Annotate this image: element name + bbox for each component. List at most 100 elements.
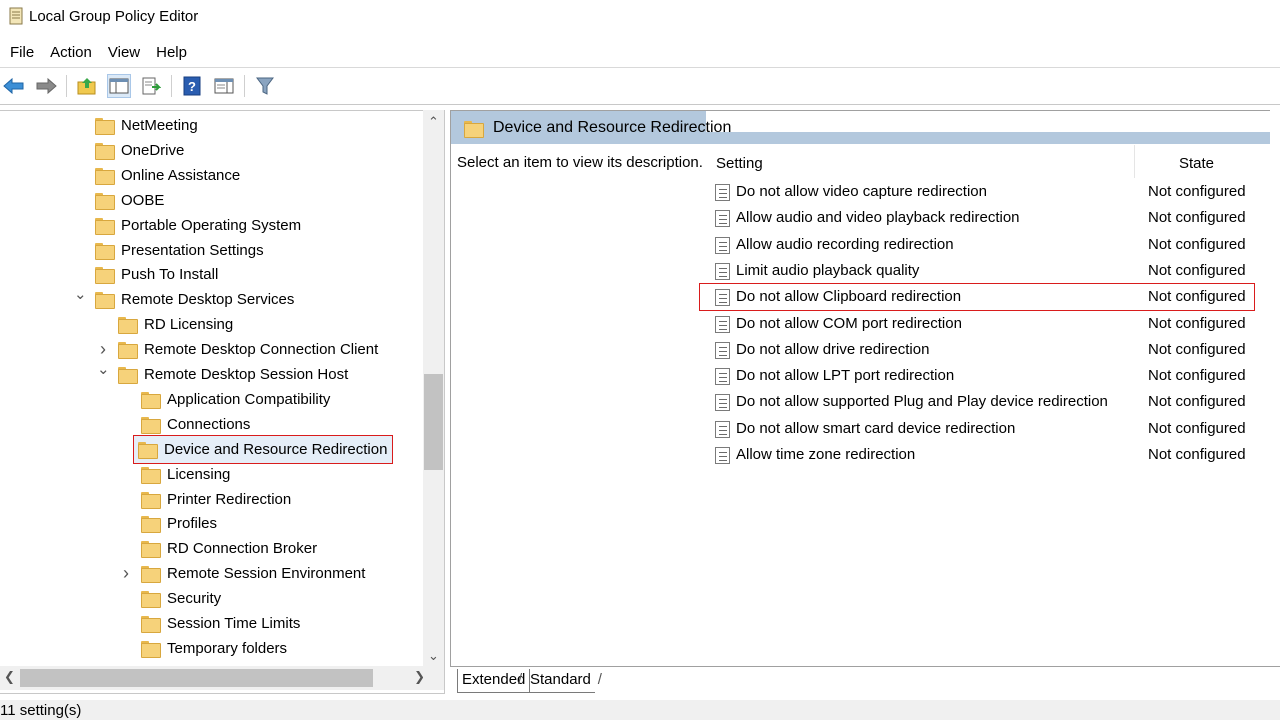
tree-item[interactable]: Device and Resource Redirection [132,434,394,464]
chevron-right-icon[interactable]: › [97,339,109,360]
toolbar-border [0,104,1280,105]
setting-row[interactable]: Do not allow drive redirection Not config… [707,337,1280,363]
tree-item-label: Remote Desktop Services [121,291,295,309]
folder-icon [118,367,138,384]
tree-item[interactable]: RD Licensing [118,312,233,337]
setting-row[interactable]: Do not allow smart card device redirecti… [707,416,1280,442]
hscroll-thumb[interactable] [20,669,373,687]
menu-view[interactable]: View [100,44,148,61]
tree-item-label: Remote Session Environment [167,565,366,583]
details-scroll-edge [1270,110,1280,666]
tree-item[interactable]: › Remote Session Environment [123,561,366,586]
setting-row[interactable]: Do not allow COM port redirection Not con… [707,311,1280,337]
tree-item-label: Online Assistance [121,166,241,184]
tab-standard[interactable]: Standard [518,669,602,693]
folder-icon [141,491,161,509]
back-arrow-icon[interactable] [2,74,26,98]
setting-state: Not configured [1148,419,1246,437]
help-icon[interactable]: ? [180,74,204,98]
tree-item[interactable]: Connections [141,412,250,437]
folder-icon [464,121,484,138]
setting-state: Not configured [1148,340,1246,358]
tree-item[interactable]: Online Assistance [95,163,240,188]
policy-setting-icon [715,210,730,228]
setting-row[interactable]: Do not allow supported Plug and Play dev… [707,389,1280,415]
chevron-right-icon[interactable]: › [120,563,132,584]
setting-row[interactable]: Do not allow video capture redirection No… [707,179,1280,205]
menu-help[interactable]: Help [148,44,195,61]
toolbar-separator [244,75,245,97]
tree-item[interactable]: RD Connection Broker [141,536,317,561]
status-bar: 11 setting(s) [0,700,1280,720]
policy-setting-icon [715,341,730,359]
details-pane: Device and Resource Redirection Select a… [450,110,1280,666]
policy-editor-app-icon [8,7,24,25]
details-header: Device and Resource Redirection [451,111,1280,144]
tree-item[interactable]: Licensing [141,462,230,487]
export-list-icon[interactable] [139,74,163,98]
setting-row[interactable]: Allow audio recording redirection Not con… [707,232,1280,258]
tree-item[interactable]: NetMeeting [95,113,198,138]
tree-item[interactable]: Application Compatibility [141,387,330,412]
scroll-up-arrow-icon[interactable]: ⌃ [423,114,444,130]
column-header-setting[interactable]: Setting [716,155,763,172]
column-divider[interactable] [1134,145,1135,178]
tree-item[interactable]: ⌄ Remote Desktop Services [74,286,295,312]
description-text: Select an item to view its description. [457,154,703,171]
policy-setting-icon [715,447,730,464]
setting-name: Do not allow supported Plug and Play dev… [736,393,1108,411]
tree-item[interactable]: › Remote Desktop Connection Client [100,337,378,362]
tree-item[interactable]: OOBE [95,188,164,213]
folder-icon [138,441,158,459]
title-bar: Local Group Policy Editor [0,0,1280,32]
setting-row[interactable]: Do not allow LPT port redirection Not con… [707,363,1280,389]
tree-item[interactable]: Portable Operating System [95,213,301,238]
tree-item[interactable]: Session Time Limits [141,611,300,636]
tree-item[interactable]: ⌄ Remote Desktop Session Host [97,361,348,387]
folder-icon [95,267,115,285]
folder-icon [95,142,115,160]
tree-item[interactable]: Printer Redirection [141,487,291,512]
folder-icon [118,342,138,360]
column-header-state[interactable]: State [1179,155,1214,172]
policy-setting-icon [715,236,730,254]
tree-item-label: Portable Operating System [121,216,302,234]
tree-item[interactable]: Temporary folders [141,636,287,661]
tree-item[interactable]: Presentation Settings [95,238,264,263]
scroll-left-arrow-icon[interactable]: ❮ [4,669,15,685]
tree-item-label: Security [167,590,222,608]
setting-row[interactable]: Limit audio playback quality Not configur… [707,258,1280,284]
tree-item[interactable]: Profiles [141,511,217,536]
scroll-down-arrow-icon[interactable]: ⌄ [423,648,444,664]
setting-row[interactable]: Allow audio and video playback redirecti… [707,205,1280,231]
properties-icon[interactable] [212,74,236,98]
navigation-tree[interactable]: NetMeeting OneDrive Online Assistance OOBE P… [0,110,445,694]
tree-item[interactable]: OneDrive [95,138,184,163]
setting-state: Not configured [1148,261,1246,279]
policy-setting-icon [715,368,730,386]
tree-vertical-scrollbar[interactable]: ⌃ ⌄ [423,110,444,666]
list-header: Setting State [707,145,1280,178]
scroll-thumb[interactable] [424,374,443,470]
setting-state: Not configured [1148,393,1246,411]
setting-row[interactable]: Allow time zone redirection Not configure… [707,442,1280,468]
tree-horizontal-scrollbar[interactable]: ❮ ❯ [0,666,425,690]
menu-file[interactable]: File [2,44,42,61]
filter-icon[interactable] [253,74,277,98]
tree-item-label: Licensing [167,465,231,483]
setting-row[interactable]: Do not allow Clipboard redirection Not co… [699,283,1255,312]
chevron-down-icon[interactable]: ⌄ [74,285,87,303]
show-hide-tree-icon[interactable] [107,74,131,98]
tree-item[interactable]: Security [141,586,221,611]
folder-icon [95,217,115,235]
chevron-down-icon[interactable]: ⌄ [97,360,110,378]
tree-item-label: RD Licensing [144,316,234,334]
setting-name: Allow time zone redirection [736,446,916,463]
forward-arrow-icon[interactable] [34,74,58,98]
menu-action[interactable]: Action [42,44,100,61]
folder-icon [141,616,161,633]
tree-item[interactable]: Push To Install [95,262,218,287]
folder-icon [141,591,161,609]
up-folder-icon[interactable] [75,74,99,98]
menu-bar: File Action View Help [0,40,195,64]
